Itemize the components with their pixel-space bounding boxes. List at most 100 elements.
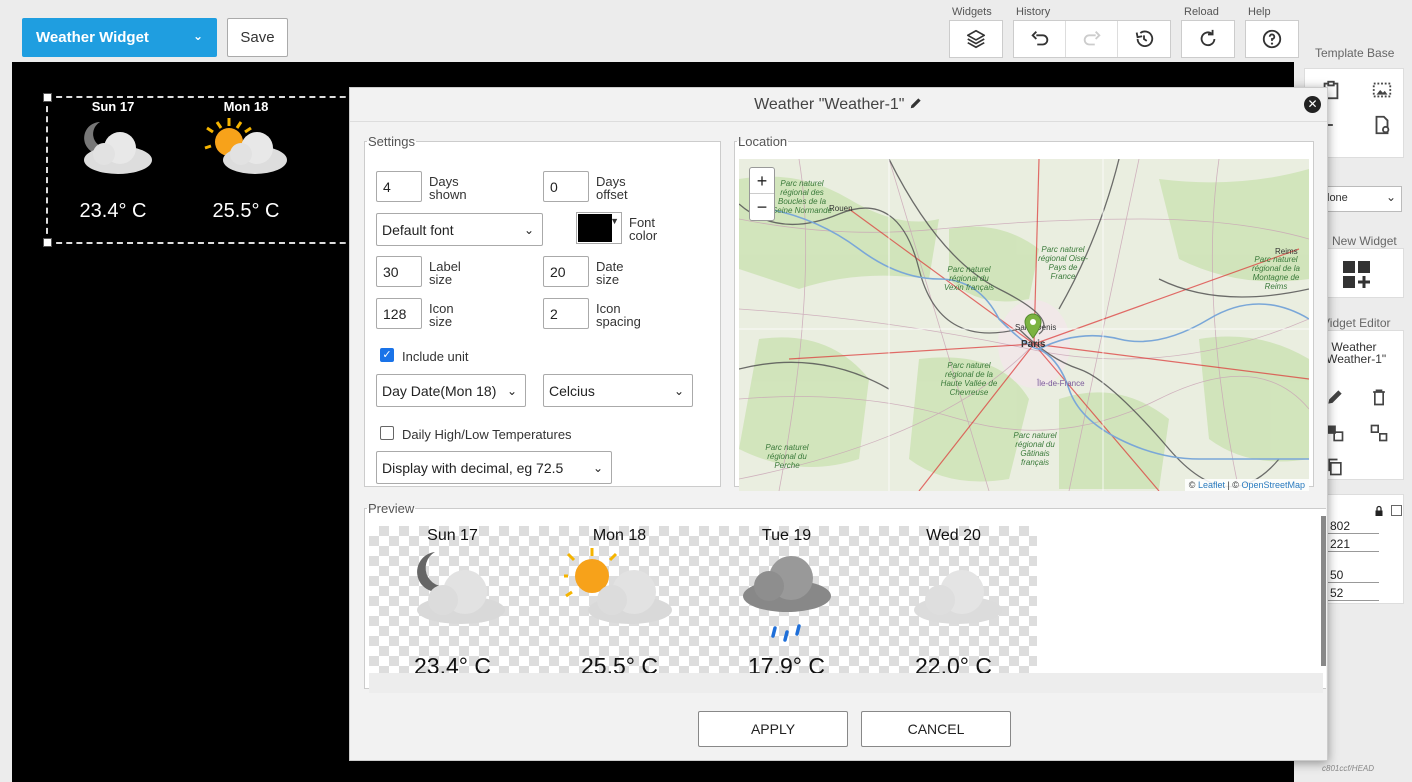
layers-button[interactable] xyxy=(950,21,1002,57)
days-offset-label: Days offset xyxy=(596,174,628,202)
height-input[interactable]: 221 xyxy=(1327,537,1379,552)
sun-cloud-icon xyxy=(204,118,287,174)
widgets-group xyxy=(949,20,1003,58)
reload-button[interactable] xyxy=(1182,21,1234,57)
trash-icon[interactable] xyxy=(1369,387,1389,407)
chevron-down-icon: ⌄ xyxy=(506,384,517,398)
icon-size-label: Icon size xyxy=(429,301,454,329)
icon-size-input[interactable]: 128 xyxy=(376,298,422,329)
leaflet-link[interactable]: Leaflet xyxy=(1198,480,1225,490)
park-label-gatinais: Parc naturel régional du Gâtinais frança… xyxy=(1013,431,1057,467)
lock-checkbox[interactable] xyxy=(1391,505,1402,516)
day-temperature: 17.9° C xyxy=(748,653,825,673)
pencil-icon[interactable] xyxy=(909,96,923,110)
add-new-widget-title: d New Widget xyxy=(1322,234,1397,248)
widget-editor-title: Vidget Editor xyxy=(1322,316,1391,330)
x-input[interactable]: 50 xyxy=(1327,568,1379,583)
days-offset-input[interactable]: 0 xyxy=(543,171,589,202)
redo-button[interactable] xyxy=(1066,21,1118,57)
redo-icon xyxy=(1083,31,1101,46)
park-label-oise: Parc naturel régional Oise-Pays de Franc… xyxy=(1038,245,1088,281)
font-color-swatch xyxy=(578,214,612,242)
preview-day-3: Tue 19 17.9° C xyxy=(703,526,870,673)
widgets-group-label: Widgets xyxy=(952,6,992,18)
include-unit-checkbox[interactable]: ✓ xyxy=(380,348,394,362)
day-temperature: 25.5° C xyxy=(212,200,280,222)
lock-icon[interactable] xyxy=(1373,505,1385,517)
image-icon[interactable] xyxy=(1371,79,1393,101)
add-widget-icon[interactable] xyxy=(1341,259,1373,291)
font-select[interactable]: Default font ⌄ xyxy=(376,213,543,246)
widget-type-dropdown[interactable]: Weather Widget ⌄ xyxy=(22,18,217,57)
label-size-input[interactable]: 30 xyxy=(376,256,422,287)
zoom-in-button[interactable]: + xyxy=(750,168,774,194)
bring-forward-icon[interactable] xyxy=(1325,423,1345,443)
reload-group xyxy=(1181,20,1235,58)
resize-handle-bottom-left[interactable] xyxy=(43,238,52,247)
region-label-ile-de-france: Île-de-France xyxy=(1037,379,1085,388)
include-unit-label: Include unit xyxy=(402,349,469,364)
unit-select[interactable]: Celcius ⌄ xyxy=(543,374,693,407)
high-low-checkbox[interactable] xyxy=(380,426,394,440)
undo-button[interactable] xyxy=(1014,21,1066,57)
location-map[interactable]: Parc naturel régional des Boucles de la … xyxy=(739,159,1309,491)
unit-select-value: Celcius xyxy=(549,383,595,399)
day-label: Wed 20 xyxy=(926,527,981,544)
preview-horizontal-scrollbar[interactable] xyxy=(369,673,1323,693)
history-button[interactable] xyxy=(1118,21,1170,57)
city-label-paris: Paris xyxy=(1021,339,1046,350)
close-icon[interactable]: ✕ xyxy=(1304,96,1321,113)
map-zoom-control: + − xyxy=(749,167,775,221)
day-label: Tue 19 xyxy=(761,527,812,544)
icon-spacing-input[interactable]: 2 xyxy=(543,298,589,329)
chevron-down-icon: ⌄ xyxy=(523,223,534,237)
decimal-select-value: Display with decimal, eg 72.5 xyxy=(382,460,564,476)
osm-link[interactable]: OpenStreetMap xyxy=(1241,480,1305,490)
selected-weather-widget[interactable]: Sun 17 23.4° C Mon 18 25.5° C xyxy=(43,93,366,247)
location-fieldset: Location Parc naturel régional des Boucl… xyxy=(734,134,1314,491)
day-label: Sun 17 xyxy=(91,99,135,114)
help-button[interactable] xyxy=(1246,21,1298,57)
font-color-picker[interactable]: ▼ xyxy=(576,212,622,244)
preview-day-4: Wed 20 22.0° C xyxy=(870,526,1037,673)
history-group xyxy=(1013,20,1171,58)
day-temperature: 22.0° C xyxy=(915,653,992,673)
y-input[interactable]: 52 xyxy=(1327,586,1379,601)
apply-button[interactable]: APPLY xyxy=(698,711,848,747)
template-select[interactable]: lone ⌄ xyxy=(1322,186,1402,212)
park-label-boucles: Parc naturel régional des Boucles de la … xyxy=(771,179,833,215)
help-icon xyxy=(1262,29,1282,49)
layers-icon xyxy=(966,29,986,49)
caret-down-icon: ▼ xyxy=(610,216,619,226)
preview-scrollbar[interactable] xyxy=(1321,516,1326,666)
file-settings-icon[interactable] xyxy=(1371,114,1393,136)
preview-fieldset: Preview Sun 17 23.4° C Mon 18 25.5° C Tu… xyxy=(364,501,1326,693)
cancel-button[interactable]: CANCEL xyxy=(861,711,1011,747)
edit-icon[interactable] xyxy=(1325,387,1345,407)
days-shown-input[interactable]: 4 xyxy=(376,171,422,202)
night-cloud-icon xyxy=(417,552,505,624)
label-size-label: Label size xyxy=(429,259,461,287)
zoom-out-button[interactable]: − xyxy=(750,194,774,220)
sun-cloud-icon xyxy=(564,548,672,624)
date-format-select[interactable]: Day Date(Mon 18) ⌄ xyxy=(376,374,526,407)
send-backward-icon[interactable] xyxy=(1369,423,1389,443)
park-label-perche: Parc naturel régional du Perche xyxy=(765,443,809,470)
day-temperature: 23.4° C xyxy=(414,653,491,673)
map-attribution: © Leaflet | © OpenStreetMap xyxy=(1184,479,1309,491)
rain-cloud-icon xyxy=(743,556,831,642)
reload-group-label: Reload xyxy=(1184,6,1219,18)
save-button[interactable]: Save xyxy=(227,18,288,57)
template-select-value: lone xyxy=(1327,192,1348,204)
date-size-label: Date size xyxy=(596,259,624,287)
date-size-input[interactable]: 20 xyxy=(543,256,589,287)
copy-icon[interactable] xyxy=(1325,457,1345,477)
map-marker-icon[interactable] xyxy=(1024,313,1042,339)
weather-settings-dialog: Weather "Weather-1" ✕ Settings 4 Days sho… xyxy=(349,87,1328,761)
preview-day-1: Sun 17 23.4° C xyxy=(369,526,536,673)
preview-area: Sun 17 23.4° C Mon 18 25.5° C Tue 19 17.… xyxy=(369,526,1037,673)
decimal-select[interactable]: Display with decimal, eg 72.5 ⌄ xyxy=(376,451,612,484)
width-input[interactable]: 802 xyxy=(1327,519,1379,534)
help-group-label: Help xyxy=(1248,6,1271,18)
history-icon xyxy=(1135,30,1154,48)
